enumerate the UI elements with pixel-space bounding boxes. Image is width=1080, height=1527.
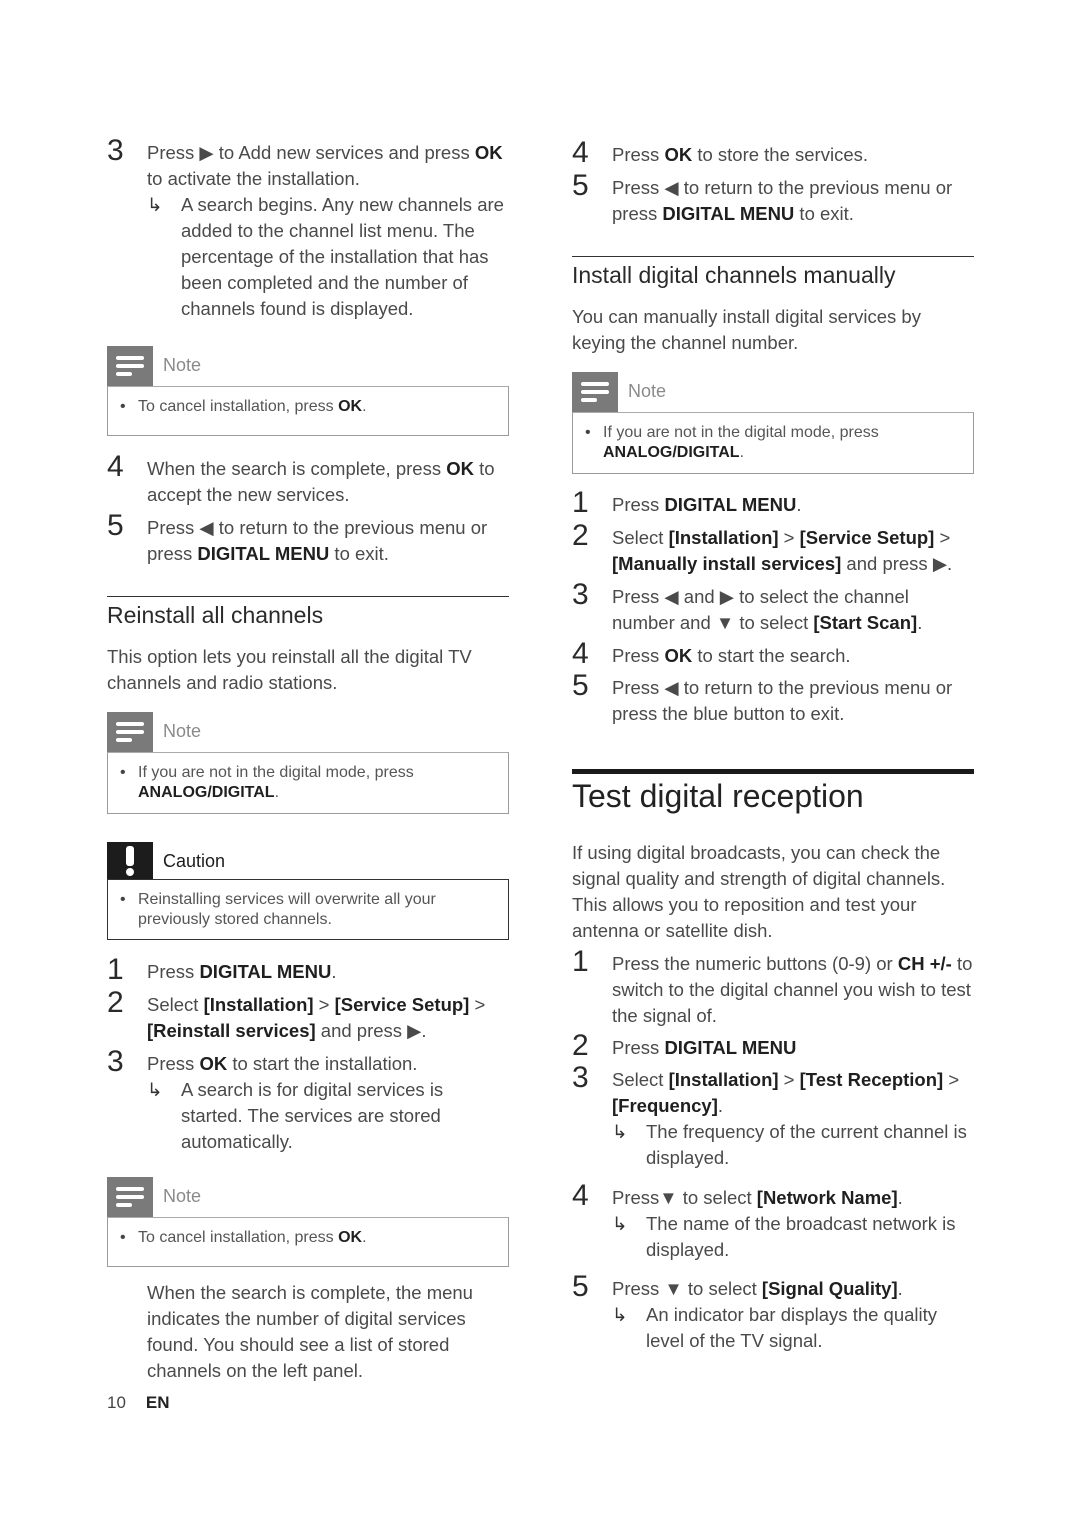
- step-select-frequency: 3 Select [Installation] > [Test Receptio…: [572, 1063, 974, 1171]
- step-press-digital-menu: 1 Press DIGITAL MENU.: [572, 486, 802, 519]
- section-intro: You can manually install digital service…: [572, 306, 921, 353]
- step-result: ↳ The name of the broadcast network is di…: [612, 1213, 956, 1260]
- note-lines-icon: [572, 372, 618, 412]
- caution-box: Caution Reinstalling services will overw…: [107, 842, 509, 940]
- language-code: EN: [145, 1393, 170, 1412]
- section-intro: This option lets you reinstall all the d…: [107, 646, 472, 693]
- step-result: ↳ A search is for digital services is sta…: [147, 1079, 444, 1152]
- section-divider: [572, 256, 974, 257]
- step-return-menu: 5 Press ◀ to return to the previous menu…: [572, 669, 953, 725]
- result-arrow-icon: ↳: [612, 1121, 628, 1142]
- step-result: ↳ A search begins. Any new channels are a…: [147, 194, 504, 319]
- page-number: 10: [107, 1393, 126, 1412]
- step-press-digital-menu: 1 Press DIGITAL MENU.: [107, 953, 337, 986]
- step-select-manual-install: 2 Select [Installation] > [Service Setup…: [572, 519, 953, 575]
- section-heading-reinstall: Reinstall all channels: [107, 602, 324, 628]
- note-box: Note If you are not in the digital mode,…: [107, 712, 509, 814]
- note-lines-icon: [107, 1177, 153, 1217]
- step-select-channel: 3 Press ◀ and ▶ to select the channel nu…: [572, 578, 923, 634]
- note-lines-icon: [107, 712, 153, 752]
- step-select-signal-quality: 5 Press ▼ to select [Signal Quality]. ↳ A…: [572, 1272, 974, 1354]
- note-box: Note To cancel installation, press OK.: [107, 346, 509, 436]
- step-select-network-name: 4 Press▼ to select [Network Name]. ↳ The …: [572, 1181, 974, 1263]
- result-arrow-icon: ↳: [147, 1079, 163, 1100]
- step-accept-services: 4 When the search is complete, press OK …: [107, 450, 495, 506]
- step-add-new-services: 3 Press ▶ to Add new services and press …: [107, 136, 509, 322]
- step-start-installation: 3 Press OK to start the installation. ↳ A…: [107, 1047, 509, 1155]
- step-return-menu: 5 Press ◀ to return to the previous menu…: [107, 509, 488, 565]
- section-heading-test: Test digital reception: [572, 778, 864, 814]
- step-result: ↳ The frequency of the current channel is…: [612, 1121, 967, 1168]
- step-number: 3: [107, 134, 124, 167]
- step-return-menu: 5 Press ◀ to return to the previous menu…: [572, 169, 953, 225]
- chapter-divider: [572, 769, 974, 774]
- step-press-digital-menu: 2 Press DIGITAL MENU: [572, 1029, 797, 1062]
- note-box: Note If you are not in the digital mode,…: [572, 372, 974, 474]
- result-arrow-icon: ↳: [147, 194, 163, 215]
- page-footer: 10 EN: [107, 1393, 170, 1413]
- step-select-reinstall: 2 Select [Installation] > [Service Setup…: [107, 986, 486, 1042]
- exclamation-icon: [107, 842, 153, 879]
- note-title: Note: [163, 355, 202, 375]
- note-box: Note To cancel installation, press OK.: [107, 1177, 509, 1267]
- step-result: ↳ An indicator bar displays the quality l…: [612, 1304, 938, 1351]
- result-arrow-icon: ↳: [612, 1304, 628, 1325]
- section-divider: [107, 596, 509, 597]
- step-start-search: 4 Press OK to start the search.: [572, 637, 851, 670]
- note-lines-icon: [107, 346, 153, 386]
- step-store-services: 4 Press OK to store the services.: [572, 136, 869, 169]
- section-intro: If using digital broadcasts, you can che…: [572, 842, 946, 941]
- closing-paragraph: When the search is complete, the menu in…: [147, 1282, 473, 1381]
- result-arrow-icon: ↳: [612, 1213, 628, 1234]
- step-switch-channel: 1 Press the numeric buttons (0-9) or CH …: [572, 945, 973, 1027]
- section-heading-manual: Install digital channels manually: [572, 262, 896, 288]
